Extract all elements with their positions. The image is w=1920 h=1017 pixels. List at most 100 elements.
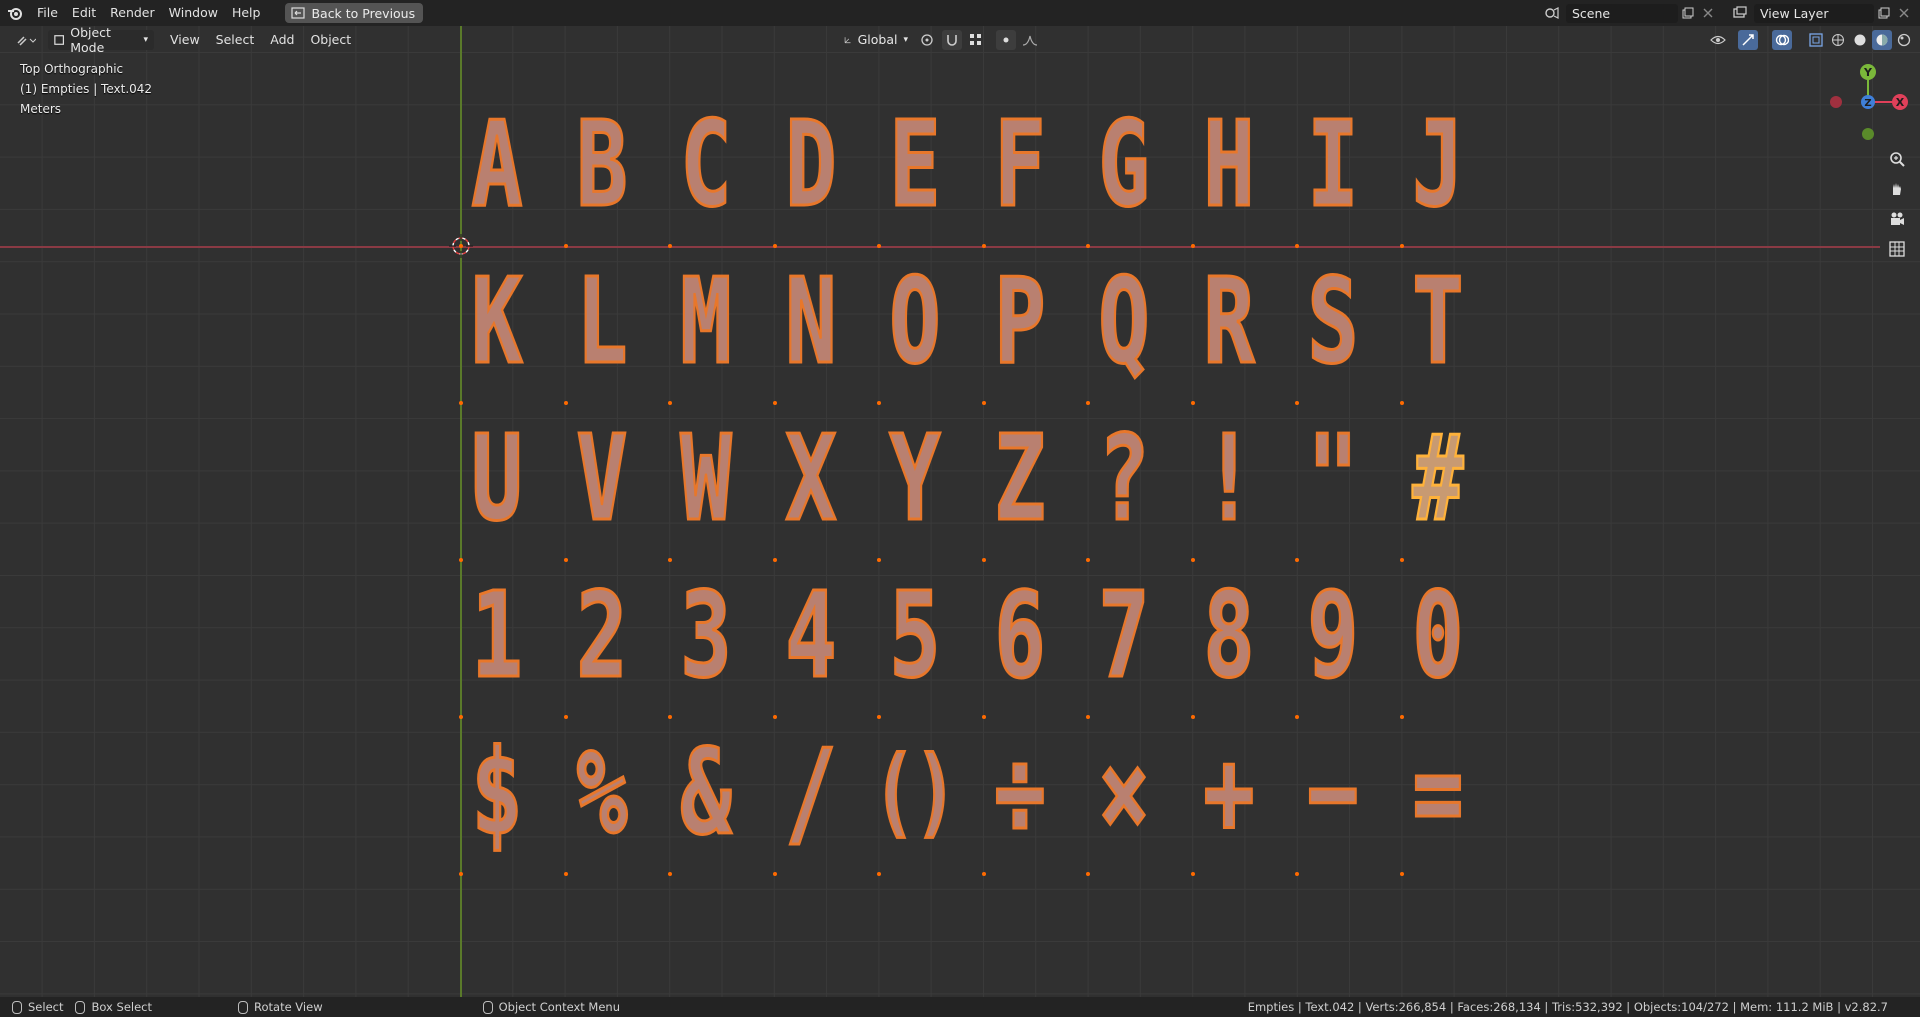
text-object-glyph[interactable]: M [670,261,742,382]
text-object-glyph[interactable]: 5 [879,575,951,696]
gizmo-neg-y-axis[interactable] [1862,128,1874,140]
text-object-glyph[interactable]: # [1402,418,1474,539]
text-object-glyph[interactable]: W [670,418,742,539]
material-shading-icon[interactable] [1872,29,1892,50]
text-object-glyph[interactable]: N [775,261,847,382]
text-object-glyph[interactable]: E [879,104,951,225]
rendered-shading-icon[interactable] [1894,30,1914,50]
text-object-glyph[interactable]: J [1402,104,1474,225]
object-origin-dot [1295,872,1299,876]
perspective-toggle-icon[interactable] [1886,238,1908,260]
text-object-glyph[interactable]: O [879,261,951,382]
text-object-glyph[interactable]: F [984,104,1056,225]
text-object-glyph[interactable]: ÷ [984,732,1056,853]
delete-scene-icon[interactable] [1698,3,1718,23]
text-object-glyph[interactable]: / [775,732,847,853]
text-object-glyph[interactable]: R [1193,261,1265,382]
text-object-glyph[interactable]: B [566,104,638,225]
text-object-glyph[interactable]: A [461,104,533,225]
text-object-glyph[interactable]: Q [1088,261,1160,382]
text-object-glyph[interactable]: $ [461,732,533,853]
text-object-glyph[interactable]: V [566,418,638,539]
menu-render[interactable]: Render [103,0,162,26]
viewport-menu-add[interactable]: Add [262,32,302,47]
falloff-icon[interactable] [1020,30,1040,50]
new-scene-icon[interactable] [1678,3,1698,23]
viewport-menu-select[interactable]: Select [208,32,263,47]
text-object-glyph[interactable]: 6 [984,575,1056,696]
text-object-glyph[interactable]: K [461,261,533,382]
text-object-glyph[interactable]: " [1297,418,1369,539]
text-object-glyph[interactable]: 8 [1193,575,1265,696]
text-object-glyph[interactable]: + [1193,732,1265,853]
editor-type-icon[interactable] [12,30,40,50]
navigation-gizmo[interactable]: Y X Z [1818,56,1908,146]
pan-hand-icon[interactable] [1886,178,1908,200]
text-object-glyph[interactable]: ? [1088,418,1160,539]
text-object-glyph[interactable]: G [1088,104,1160,225]
text-object-glyph[interactable]: Y [879,418,951,539]
scene-name-field[interactable]: Scene [1566,3,1678,23]
visibility-selectability-icon[interactable] [1708,30,1728,50]
overlays-toggle-icon[interactable] [1772,29,1792,50]
text-object-glyph[interactable]: D [775,104,847,225]
text-object-glyph[interactable]: 9 [1297,575,1369,696]
camera-view-icon[interactable] [1886,208,1908,230]
text-object-glyph[interactable]: 7 [1088,575,1160,696]
gizmo-neg-x-axis[interactable] [1830,96,1842,108]
text-object-glyph[interactable]: T [1402,261,1474,382]
view-layer-field[interactable]: View Layer [1754,3,1874,23]
zoom-icon[interactable] [1886,148,1908,170]
object-origin-dot [772,558,777,562]
new-view-layer-icon[interactable] [1874,3,1894,23]
object-origin-dot [563,715,568,719]
text-object-glyph[interactable]: × [1088,732,1160,853]
text-object-glyph[interactable]: ! [1193,418,1265,539]
units-label: Meters [20,102,62,116]
menu-window[interactable]: Window [162,0,225,26]
viewport-menu-view[interactable]: View [162,32,208,47]
text-object-glyph[interactable]: 3 [670,575,742,696]
menu-file[interactable]: File [30,0,65,26]
object-origin-dot [1190,558,1195,562]
gizmo-toggle-icon[interactable] [1738,29,1758,50]
text-object-glyph[interactable]: C [670,104,742,225]
xray-toggle-icon[interactable] [1806,30,1826,50]
wireframe-shading-icon[interactable] [1828,30,1848,50]
text-object-glyph[interactable]: () [872,732,957,852]
text-object-glyph[interactable]: & [670,732,742,853]
object-origin-dot [1295,715,1299,719]
back-to-previous-button[interactable]: Back to Previous [285,3,424,23]
text-object-glyph[interactable]: Z [984,418,1056,539]
transform-orientation-dropdown[interactable]: Global ▾ [838,30,914,50]
viewport-menu-object[interactable]: Object [302,32,359,47]
text-object-glyph[interactable]: 2 [566,575,638,696]
text-object-glyph[interactable]: S [1297,261,1369,382]
solid-shading-icon[interactable] [1850,30,1870,50]
view-layer-icon[interactable] [1730,3,1750,23]
blender-logo-icon[interactable] [0,0,30,26]
menu-edit[interactable]: Edit [65,0,103,26]
text-object-glyph[interactable]: − [1297,732,1369,853]
text-object-glyph[interactable]: L [566,261,638,382]
proportional-edit-icon[interactable] [996,29,1016,50]
text-object-glyph[interactable]: 4 [775,575,847,696]
menu-help[interactable]: Help [225,0,268,26]
object-origin-dot [981,558,986,562]
text-object-glyph[interactable]: % [566,732,638,853]
text-object-glyph[interactable]: = [1402,732,1474,853]
delete-view-layer-icon[interactable] [1894,3,1914,23]
snap-increment-icon[interactable] [966,30,986,50]
scene-selector-icon[interactable] [1542,3,1562,23]
mode-dropdown[interactable]: Object Mode ▾ [48,26,154,55]
pivot-point-icon[interactable] [918,30,938,50]
3d-viewport[interactable]: Object Mode ▾ View Select Add Object Glo… [0,26,1920,997]
text-object-glyph[interactable]: P [984,261,1056,382]
text-object-glyph[interactable]: H [1193,104,1265,225]
text-object-glyph[interactable]: 0 [1402,575,1474,696]
text-object-glyph[interactable]: 1 [461,575,533,696]
snap-toggle-icon[interactable] [942,29,962,50]
text-object-glyph[interactable]: U [461,418,533,539]
text-object-glyph[interactable]: X [775,418,847,539]
text-object-glyph[interactable]: I [1297,104,1369,225]
